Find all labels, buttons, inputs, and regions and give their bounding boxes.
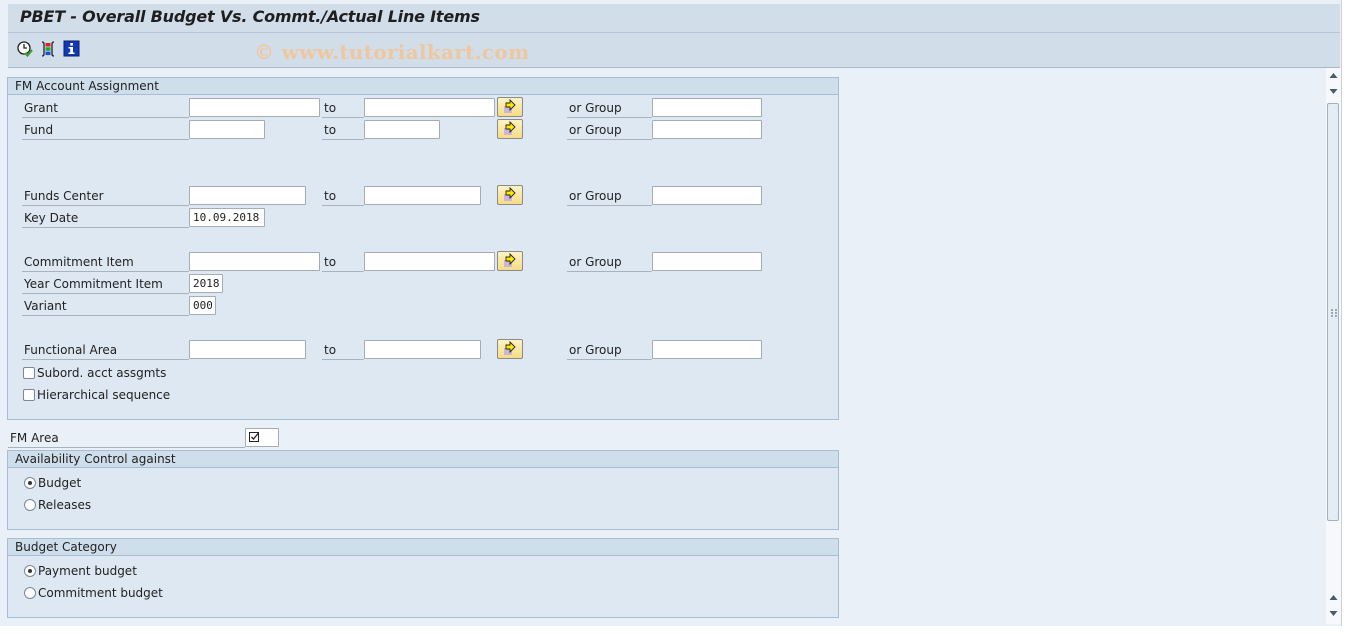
arrow-right-icon	[504, 252, 516, 267]
triangle-up-icon	[1329, 595, 1338, 600]
payment-budget-radio[interactable]	[24, 565, 36, 577]
funds-center-from-input[interactable]	[189, 186, 306, 205]
availability-control-group: Availability Control against Budget Rele…	[7, 450, 839, 530]
vertical-scrollbar[interactable]	[1326, 68, 1341, 624]
grant-group-input[interactable]	[652, 98, 762, 117]
functional-area-from-input[interactable]	[189, 340, 306, 359]
key-date-label: Key Date	[22, 208, 189, 228]
functional-area-group-input[interactable]	[652, 340, 762, 359]
triangle-down-icon	[1329, 89, 1338, 94]
page-up-button[interactable]	[1326, 590, 1341, 605]
grant-to-label: to	[322, 98, 364, 118]
fm-account-assignment-group: FM Account Assignment Grant to or Group …	[7, 77, 839, 420]
commitment-item-or-group-label: or Group	[567, 252, 652, 272]
commitment-item-group-input[interactable]	[652, 252, 762, 271]
commitment-item-to-label: to	[322, 252, 364, 272]
scroll-down-button[interactable]	[1326, 84, 1341, 99]
arrow-right-icon	[504, 340, 516, 355]
arrow-right-icon	[504, 186, 516, 201]
year-commitment-item-input[interactable]	[189, 274, 223, 293]
key-date-input[interactable]	[189, 208, 265, 227]
group-header: Budget Category	[8, 539, 838, 556]
year-commitment-item-label: Year Commitment Item	[22, 274, 189, 294]
fm-area-input[interactable]	[245, 428, 279, 447]
funds-center-label: Funds Center	[22, 186, 189, 206]
budget-radio-label: Budget	[38, 476, 82, 490]
window-right-edge	[1341, 0, 1356, 634]
status-bar	[0, 626, 1356, 634]
fund-from-input[interactable]	[189, 120, 265, 139]
grant-multiple-selection-button[interactable]	[497, 97, 523, 117]
funds-center-or-group-label: or Group	[567, 186, 652, 206]
releases-radio[interactable]	[24, 499, 36, 511]
grip-icon	[1331, 309, 1337, 317]
commitment-budget-radio[interactable]	[24, 587, 36, 599]
page-down-button[interactable]	[1326, 606, 1341, 621]
hierarchical-sequence-checkbox[interactable]	[23, 389, 35, 401]
arrow-right-icon	[504, 120, 516, 135]
execute-clock-icon[interactable]	[16, 40, 34, 58]
funds-center-to-input[interactable]	[364, 186, 481, 205]
grant-from-input[interactable]	[189, 98, 320, 117]
variant-label: Variant	[22, 296, 189, 316]
funds-center-multiple-selection-button[interactable]	[497, 185, 523, 205]
hierarchical-sequence-label: Hierarchical sequence	[37, 388, 171, 402]
triangle-down-icon	[1329, 611, 1338, 616]
commitment-budget-radio-label: Commitment budget	[38, 586, 163, 600]
commitment-item-from-input[interactable]	[189, 252, 320, 271]
payment-budget-radio-label: Payment budget	[38, 564, 137, 578]
variant-input[interactable]	[189, 296, 216, 315]
grant-label: Grant	[22, 98, 189, 118]
budget-radio[interactable]	[24, 477, 36, 489]
fund-group-input[interactable]	[652, 120, 762, 139]
fund-to-label: to	[322, 120, 364, 140]
group-header: FM Account Assignment	[8, 78, 838, 95]
functional-area-to-label: to	[322, 340, 364, 360]
fund-to-input[interactable]	[364, 120, 440, 139]
grant-to-input[interactable]	[364, 98, 495, 117]
watermark-text: © www.tutorialkart.com	[254, 40, 530, 64]
application-toolbar: © www.tutorialkart.com	[8, 33, 1340, 68]
commitment-item-label: Commitment Item	[22, 252, 189, 272]
fund-or-group-label: or Group	[567, 120, 652, 140]
budget-category-group: Budget Category Payment budget Commitmen…	[7, 538, 839, 618]
commitment-item-to-input[interactable]	[364, 252, 495, 271]
triangle-up-icon	[1329, 73, 1338, 78]
title-bar: PBET - Overall Budget Vs. Commt./Actual …	[8, 4, 1340, 33]
funds-center-to-label: to	[322, 186, 364, 206]
fund-multiple-selection-button[interactable]	[497, 119, 523, 139]
functional-area-or-group-label: or Group	[567, 340, 652, 360]
releases-radio-label: Releases	[38, 498, 92, 512]
functional-area-multiple-selection-button[interactable]	[497, 339, 523, 359]
functional-area-label: Functional Area	[22, 340, 189, 360]
group-header: Availability Control against	[8, 451, 838, 468]
funds-center-group-input[interactable]	[652, 186, 762, 205]
info-icon[interactable]	[63, 40, 81, 58]
arrow-right-icon	[504, 98, 516, 113]
fund-label: Fund	[22, 120, 189, 140]
functional-area-to-input[interactable]	[364, 340, 481, 359]
subord-acct-assgmts-label: Subord. acct assgmts	[37, 366, 167, 380]
grant-or-group-label: or Group	[567, 98, 652, 118]
checkbox-checked-icon	[249, 432, 259, 442]
selection-options-icon[interactable]	[39, 40, 57, 58]
fm-area-label: FM Area	[8, 428, 245, 448]
subord-acct-assgmts-checkbox[interactable]	[23, 367, 35, 379]
commitment-item-multiple-selection-button[interactable]	[497, 251, 523, 271]
page-title: PBET - Overall Budget Vs. Commt./Actual …	[20, 7, 480, 26]
scroll-up-button[interactable]	[1326, 68, 1341, 83]
scroll-thumb[interactable]	[1327, 103, 1339, 521]
